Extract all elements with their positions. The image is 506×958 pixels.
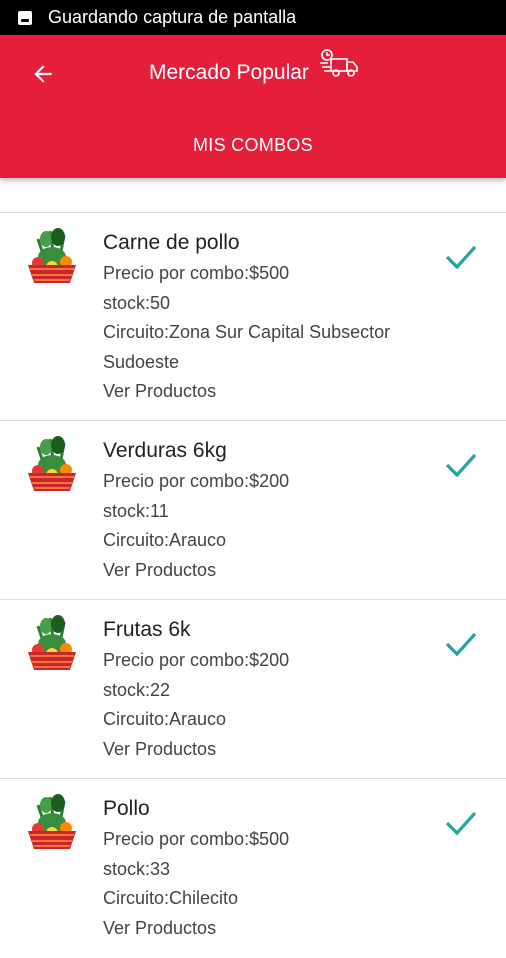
grocery-basket-icon xyxy=(28,228,76,283)
combo-stock: stock:33 xyxy=(103,858,171,879)
combo-circuit: Circuito:Arauco xyxy=(103,709,227,729)
app-bar: Mercado Popular MIS COMBOS xyxy=(0,35,506,178)
combo-title: Frutas 6k xyxy=(103,618,191,641)
delivery-truck-icon xyxy=(320,49,358,77)
combo-card[interactable]: Pollo Precio por combo:$500 stock:33 Cir… xyxy=(0,779,506,958)
combo-card[interactable]: Verduras 6kg Precio por combo:$200 stock… xyxy=(0,421,506,600)
tab-mis-combos[interactable]: MIS COMBOS xyxy=(0,135,506,156)
combo-list: Carne de pollo Precio por combo:$500 sto… xyxy=(0,212,506,938)
combo-price: Precio por combo:$500 xyxy=(103,263,290,283)
back-button[interactable] xyxy=(26,57,60,91)
grocery-basket-icon xyxy=(28,436,76,491)
ver-productos-link[interactable]: Ver Productos xyxy=(103,735,436,765)
ver-productos-link[interactable]: Ver Productos xyxy=(103,377,436,407)
combo-card[interactable]: Frutas 6k Precio por combo:$200 stock:22… xyxy=(0,600,506,779)
combo-card[interactable]: Carne de pollo Precio por combo:$500 sto… xyxy=(0,213,506,421)
grocery-basket-icon xyxy=(28,615,76,670)
status-text: Guardando captura de pantalla xyxy=(48,7,297,27)
combo-price: Precio por combo:$500 xyxy=(103,829,290,849)
combo-stock: stock:11 xyxy=(103,500,169,521)
combo-price: Precio por combo:$200 xyxy=(103,471,290,491)
combo-circuit: Circuito:Arauco xyxy=(103,530,227,550)
combo-circuit: Circuito:Chilecito xyxy=(103,888,239,908)
combo-stock: stock:22 xyxy=(103,679,171,700)
ver-productos-link[interactable]: Ver Productos xyxy=(103,556,436,586)
ver-productos-link[interactable]: Ver Productos xyxy=(103,914,436,944)
combo-title: Verduras 6kg xyxy=(103,439,227,462)
arrow-left-icon xyxy=(34,65,52,83)
screenshot-icon xyxy=(18,10,32,25)
check-icon[interactable] xyxy=(444,809,478,837)
combo-price: Precio por combo:$200 xyxy=(103,650,290,670)
combo-title: Carne de pollo xyxy=(103,231,240,254)
grocery-basket-icon xyxy=(28,794,76,849)
app-title: Mercado Popular xyxy=(149,61,309,84)
status-bar: Guardando captura de pantalla xyxy=(0,0,506,35)
check-icon[interactable] xyxy=(444,451,478,479)
combo-circuit: Circuito:Zona Sur Capital Subsector Sudo… xyxy=(103,322,391,372)
check-icon[interactable] xyxy=(444,243,478,271)
combo-stock: stock:50 xyxy=(103,292,171,313)
check-icon[interactable] xyxy=(444,630,478,658)
combo-title: Pollo xyxy=(103,797,150,820)
